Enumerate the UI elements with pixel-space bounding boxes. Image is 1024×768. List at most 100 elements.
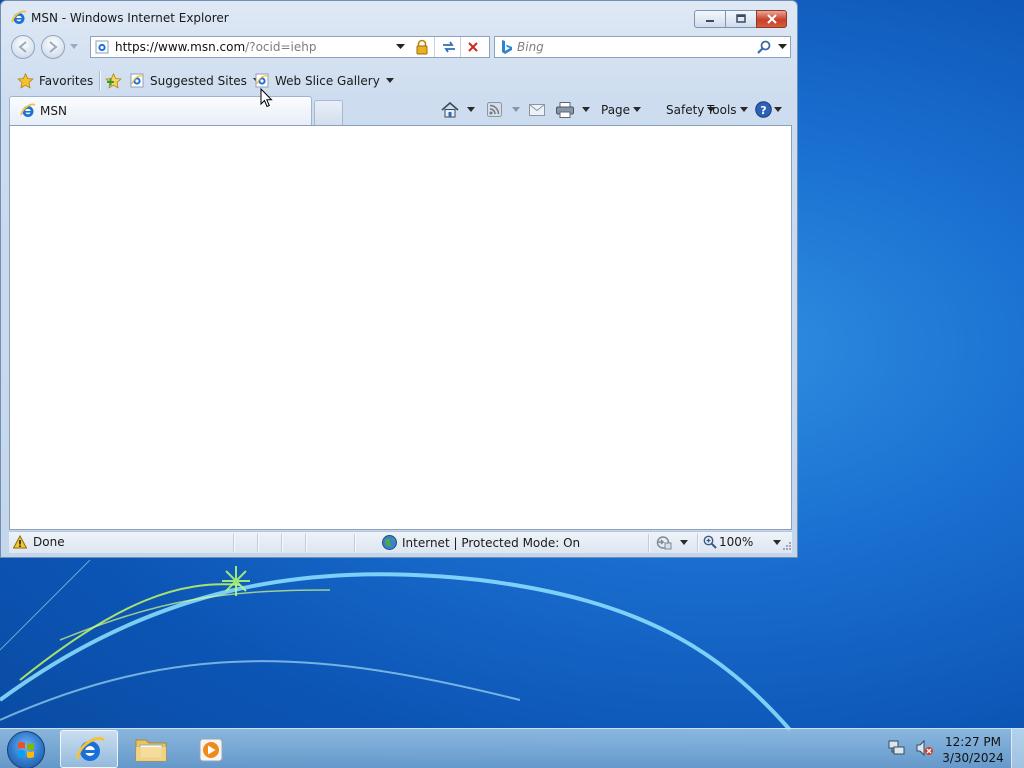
minimize-icon: [706, 20, 714, 22]
tools-menu-button[interactable]: Tools: [707, 96, 748, 123]
new-tab-button[interactable]: [314, 100, 343, 125]
status-divider: [281, 534, 282, 552]
refresh-icon[interactable]: [441, 40, 457, 57]
clock-time: 12:27 PM: [945, 735, 1001, 749]
minimize-button[interactable]: [694, 10, 725, 28]
folder-icon: [135, 739, 167, 762]
status-divider: [257, 534, 258, 552]
taskbar-windows-explorer[interactable]: [121, 730, 179, 768]
volume-muted-icon[interactable]: [916, 739, 934, 757]
title-bar[interactable]: MSN - Windows Internet Explorer: [1, 1, 797, 35]
search-box: [494, 36, 791, 58]
forward-button[interactable]: [41, 35, 65, 59]
navigation-buttons: [11, 33, 81, 61]
status-text: Done: [33, 535, 65, 549]
web-slice-gallery-button[interactable]: Web Slice Gallery: [255, 67, 394, 94]
address-separator: [434, 37, 435, 57]
status-divider: [305, 534, 306, 552]
network-icon[interactable]: [888, 739, 906, 757]
search-icon[interactable]: [757, 40, 771, 57]
page-icon: [95, 40, 109, 57]
feeds-dropdown-icon: [512, 107, 520, 112]
window-title: MSN - Windows Internet Explorer: [31, 11, 229, 25]
url-text[interactable]: https://www.msn.com/?ocid=iehp: [115, 40, 316, 54]
page-content[interactable]: [9, 125, 792, 530]
status-divider: [354, 534, 355, 552]
help-dropdown-icon: [774, 107, 782, 112]
page-menu-dropdown-icon: [633, 107, 642, 112]
favorites-separator: [99, 71, 100, 91]
web-slice-gallery-label: Web Slice Gallery: [275, 73, 380, 88]
tools-menu-dropdown-icon: [739, 107, 748, 112]
address-separator: [460, 37, 461, 57]
lock-icon[interactable]: [414, 39, 430, 58]
forward-arrow-icon: [49, 41, 58, 53]
protected-mode-button[interactable]: [656, 535, 688, 550]
favorites-label: Favorites: [39, 73, 94, 88]
favorites-bar: Favorites Suggested Sites Web Slice Gall…: [9, 67, 791, 94]
stop-icon[interactable]: [467, 41, 479, 56]
search-options-dropdown-icon[interactable]: [778, 44, 787, 50]
protected-mode-dropdown-icon: [680, 540, 688, 545]
feeds-button[interactable]: [487, 96, 520, 123]
address-dropdown-icon[interactable]: [396, 44, 405, 50]
home-icon: [441, 101, 459, 117]
url-domain: https://www.msn.com: [115, 40, 246, 54]
home-button[interactable]: [441, 96, 475, 123]
close-button[interactable]: [756, 10, 787, 28]
show-desktop-button[interactable]: [1011, 729, 1024, 768]
tab-ie-icon: [20, 103, 36, 122]
print-dropdown-icon: [582, 107, 590, 112]
taskbar-internet-explorer[interactable]: [60, 730, 118, 768]
security-zone-text: Internet | Protected Mode: On: [402, 535, 581, 550]
mouse-cursor-icon: [260, 88, 273, 108]
page-menu-button[interactable]: Page: [601, 96, 642, 123]
maximize-button[interactable]: [725, 10, 756, 28]
back-arrow-icon: [18, 41, 27, 53]
recent-pages-dropdown-icon[interactable]: [70, 44, 78, 50]
ie-window: MSN - Windows Internet Explorer https://…: [0, 0, 798, 558]
favorites-button[interactable]: Favorites: [17, 67, 93, 94]
maximize-icon: [736, 14, 746, 23]
zoom-button[interactable]: 100%: [703, 535, 782, 549]
add-to-favorites-bar-button[interactable]: [105, 67, 123, 94]
caption-buttons: [694, 10, 787, 28]
zoom-magnifier-icon: [703, 535, 717, 549]
desktop: MSN - Windows Internet Explorer https://…: [0, 0, 1024, 768]
tab-label: MSN: [40, 104, 67, 118]
suggested-sites-icon: [130, 73, 144, 88]
url-path: /?ocid=iehp: [245, 40, 317, 54]
suggested-sites-button[interactable]: Suggested Sites: [130, 67, 261, 94]
back-button[interactable]: [11, 35, 35, 59]
zoom-dropdown-icon: [773, 539, 782, 545]
zoom-level: 100%: [719, 535, 754, 549]
command-bar: Page Safety Tools ?: [439, 96, 791, 125]
tab-row: MSN Page Safety Tools ?: [9, 96, 791, 125]
print-button[interactable]: [556, 96, 590, 123]
warning-icon: [13, 535, 27, 549]
security-zone[interactable]: Internet | Protected Mode: On: [382, 535, 580, 550]
printer-icon: [556, 101, 574, 118]
clock-date: 3/30/2024: [942, 751, 1004, 765]
help-button[interactable]: ?: [755, 96, 782, 123]
address-bar[interactable]: https://www.msn.com/?ocid=iehp: [90, 36, 490, 58]
clock[interactable]: 12:27 PM 3/30/2024: [935, 734, 1011, 766]
suggested-sites-label: Suggested Sites: [150, 73, 247, 88]
globe-icon: [382, 535, 397, 550]
resize-grip-icon[interactable]: [782, 541, 791, 550]
status-divider: [233, 534, 234, 552]
windows-logo-icon: [18, 742, 34, 758]
start-button[interactable]: [7, 731, 45, 768]
status-divider: [648, 534, 649, 552]
search-input[interactable]: [517, 39, 747, 55]
close-icon: [766, 14, 777, 24]
mail-icon: [529, 103, 545, 116]
web-slice-gallery-icon: [255, 73, 269, 88]
status-message: Done: [13, 535, 65, 549]
system-tray: [888, 739, 934, 760]
taskbar: 12:27 PM 3/30/2024: [0, 728, 1024, 768]
page-menu-label: Page: [601, 102, 631, 117]
taskbar-media-player[interactable]: [182, 730, 240, 768]
read-mail-button[interactable]: [529, 96, 545, 123]
tools-menu-label: Tools: [707, 102, 737, 117]
